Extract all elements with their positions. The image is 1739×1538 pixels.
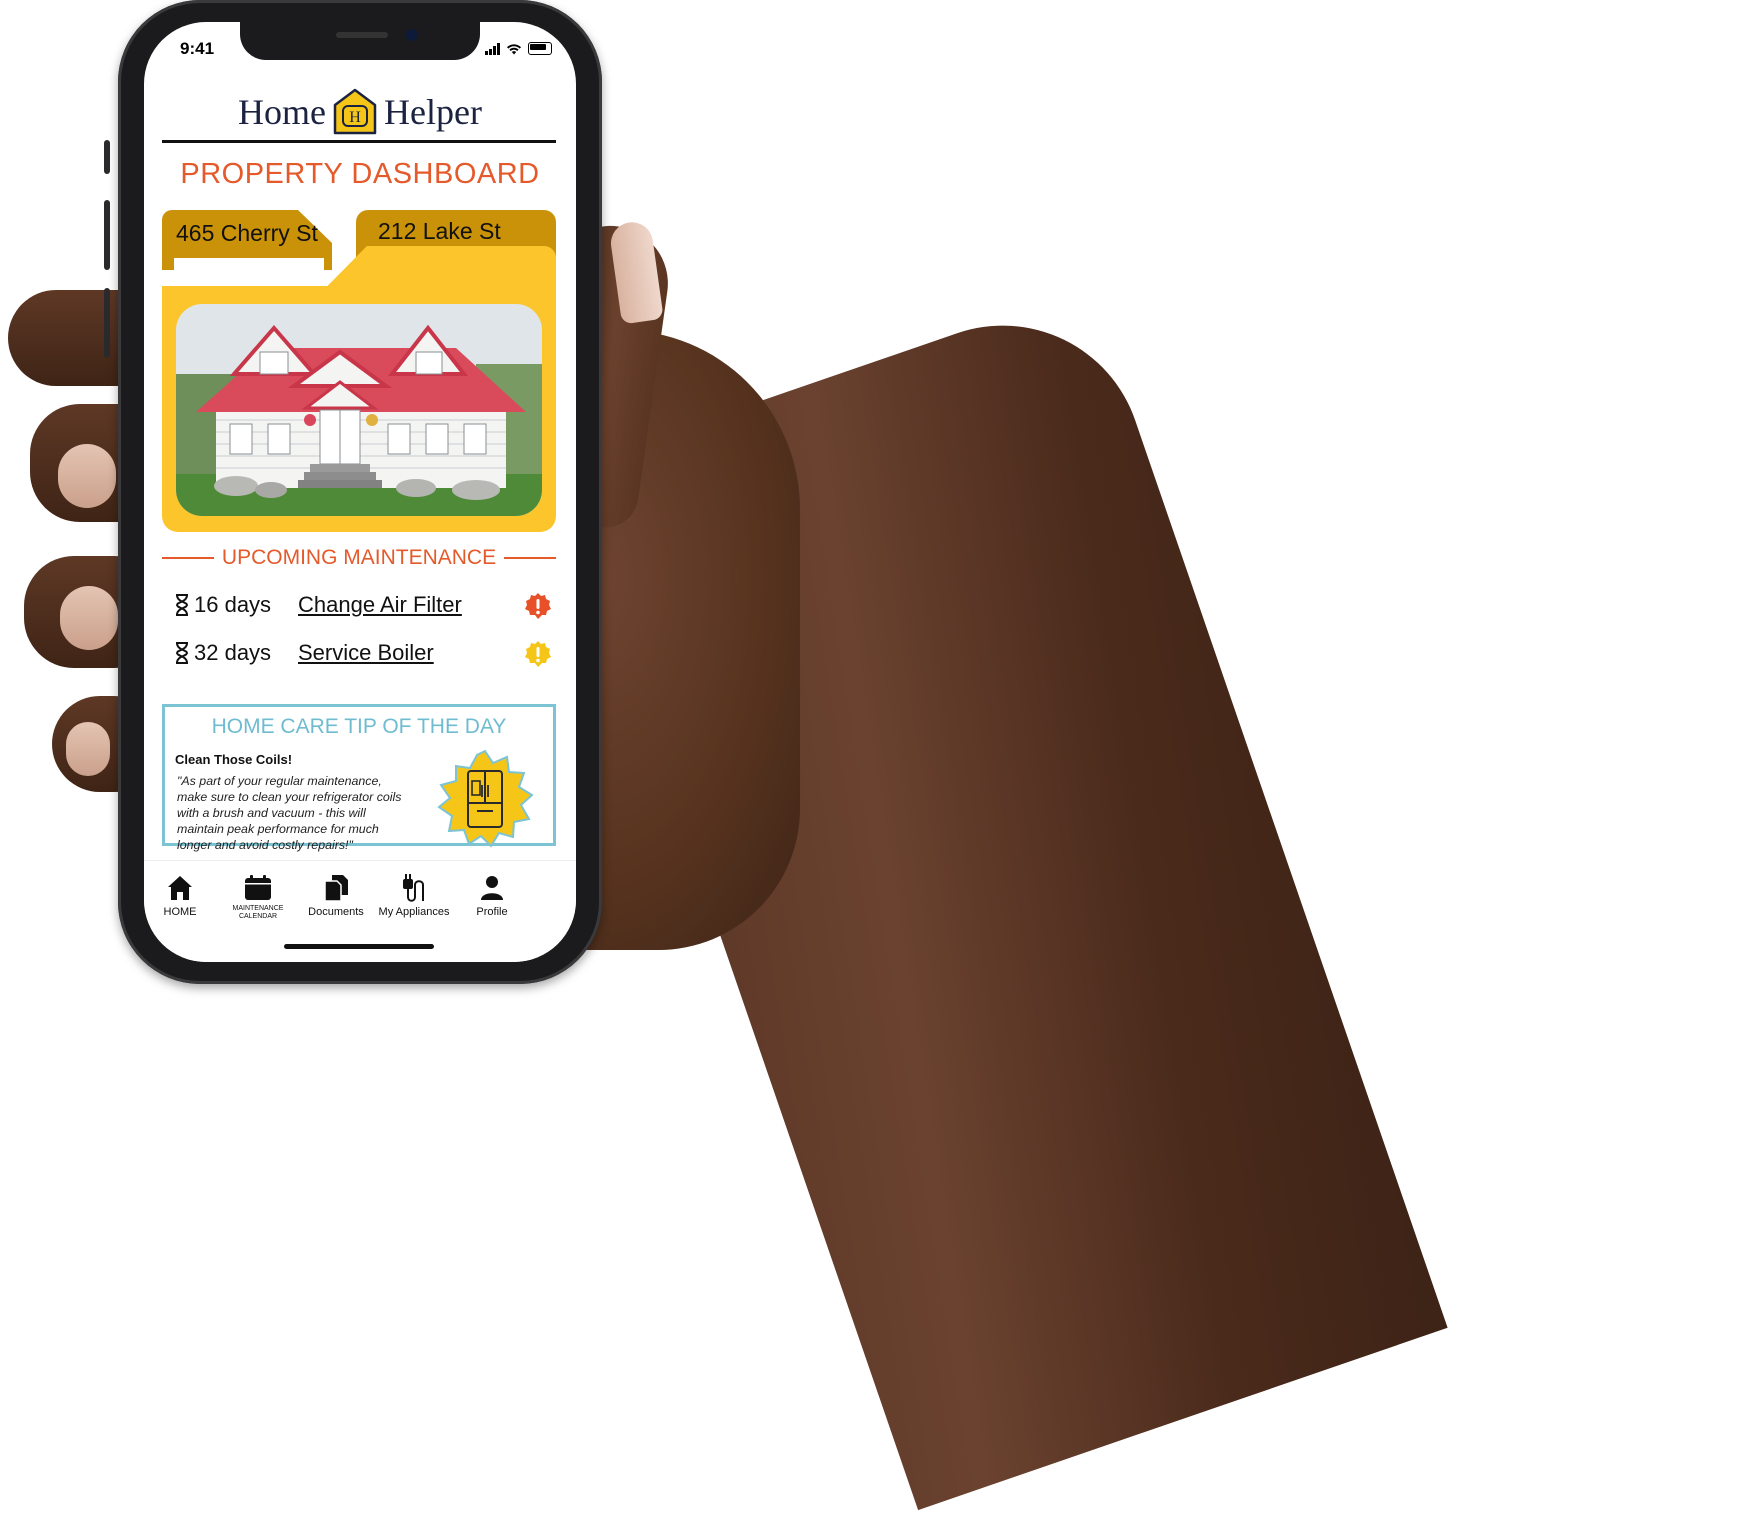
maintenance-heading: UPCOMING MAINTENANCE	[162, 542, 556, 574]
nav-home[interactable]: HOME	[144, 873, 220, 918]
tip-heading: HOME CARE TIP OF THE DAY	[211, 715, 507, 738]
nav-label: My Appliances	[378, 906, 450, 918]
phone-screen: 9:41 Home H Helper PROPERTY DASHBOARD 46…	[144, 22, 576, 962]
maintenance-task-row: 32 days Service Boiler	[174, 636, 554, 672]
phone-side-button	[104, 200, 110, 270]
nav-label: Documents	[308, 906, 364, 918]
app-logo: Home H Helper	[144, 84, 576, 140]
tip-subtitle: Clean Those Coils!	[175, 752, 293, 767]
header-divider	[162, 140, 556, 143]
front-camera	[406, 29, 418, 41]
property-tab-label[interactable]: 465 Cherry St	[176, 220, 318, 247]
tip-card[interactable]: HOME CARE TIP OF THE DAY Clean Those Coi…	[162, 704, 556, 852]
wifi-icon	[507, 44, 521, 55]
nav-label: Profile	[476, 906, 508, 918]
task-days-text: 16 days	[194, 592, 272, 617]
status-time: 9:41	[180, 39, 215, 58]
hourglass-icon	[175, 594, 189, 616]
heading-rule	[504, 557, 556, 559]
signal-icon	[484, 43, 500, 55]
nav-maintenance-calendar[interactable]: MAINTENANCE CALENDAR	[218, 873, 298, 921]
profile-icon	[481, 876, 503, 900]
calendar-icon	[245, 875, 271, 900]
logo-badge-letter: H	[349, 109, 361, 126]
task-link-service-boiler[interactable]: Service Boiler	[298, 640, 434, 666]
fingernail	[66, 722, 110, 776]
speaker	[336, 32, 388, 38]
refrigerator-icon	[437, 749, 534, 848]
fingernail	[58, 444, 116, 508]
phone-notch	[240, 22, 480, 60]
page-title: PROPERTY DASHBOARD	[180, 158, 540, 190]
property-tab-label[interactable]: 212 Lake St	[378, 218, 501, 245]
heading-rule	[162, 557, 214, 559]
logo-house-icon: H	[333, 88, 377, 135]
phone-side-button	[104, 140, 110, 174]
maintenance-heading-text: UPCOMING MAINTENANCE	[221, 546, 497, 569]
nav-documents[interactable]: Documents	[296, 873, 376, 918]
nav-my-appliances[interactable]: My Appliances	[374, 873, 454, 918]
status-icons	[484, 42, 552, 55]
battery-icon	[528, 42, 552, 55]
task-link-change-air-filter[interactable]: Change Air Filter	[298, 592, 462, 618]
folder-paper	[174, 258, 324, 286]
logo-text-helper: Helper	[384, 92, 482, 132]
nav-label: HOME	[163, 906, 197, 918]
hourglass-icon	[175, 642, 189, 664]
tip-body: "As part of your regular maintenance, ma…	[177, 774, 402, 852]
documents-icon	[324, 875, 348, 902]
phone-side-button	[104, 288, 110, 358]
appliance-plug-icon	[403, 874, 424, 902]
urgent-alert-icon[interactable]	[524, 592, 552, 620]
task-countdown: 32 days	[174, 640, 271, 666]
nav-profile[interactable]: Profile	[452, 873, 532, 918]
fingernail	[60, 586, 118, 650]
home-icon	[168, 876, 192, 900]
warning-alert-icon[interactable]	[524, 640, 552, 668]
logo-text-home: Home	[238, 92, 327, 132]
home-indicator[interactable]	[284, 944, 434, 949]
house-illustration	[176, 304, 542, 516]
house-photo[interactable]	[176, 304, 542, 516]
nav-label: MAINTENANCE CALENDAR	[232, 905, 284, 920]
task-countdown: 16 days	[174, 592, 271, 618]
maintenance-task-row: 16 days Change Air Filter	[174, 588, 554, 624]
task-days-text: 32 days	[194, 640, 272, 665]
